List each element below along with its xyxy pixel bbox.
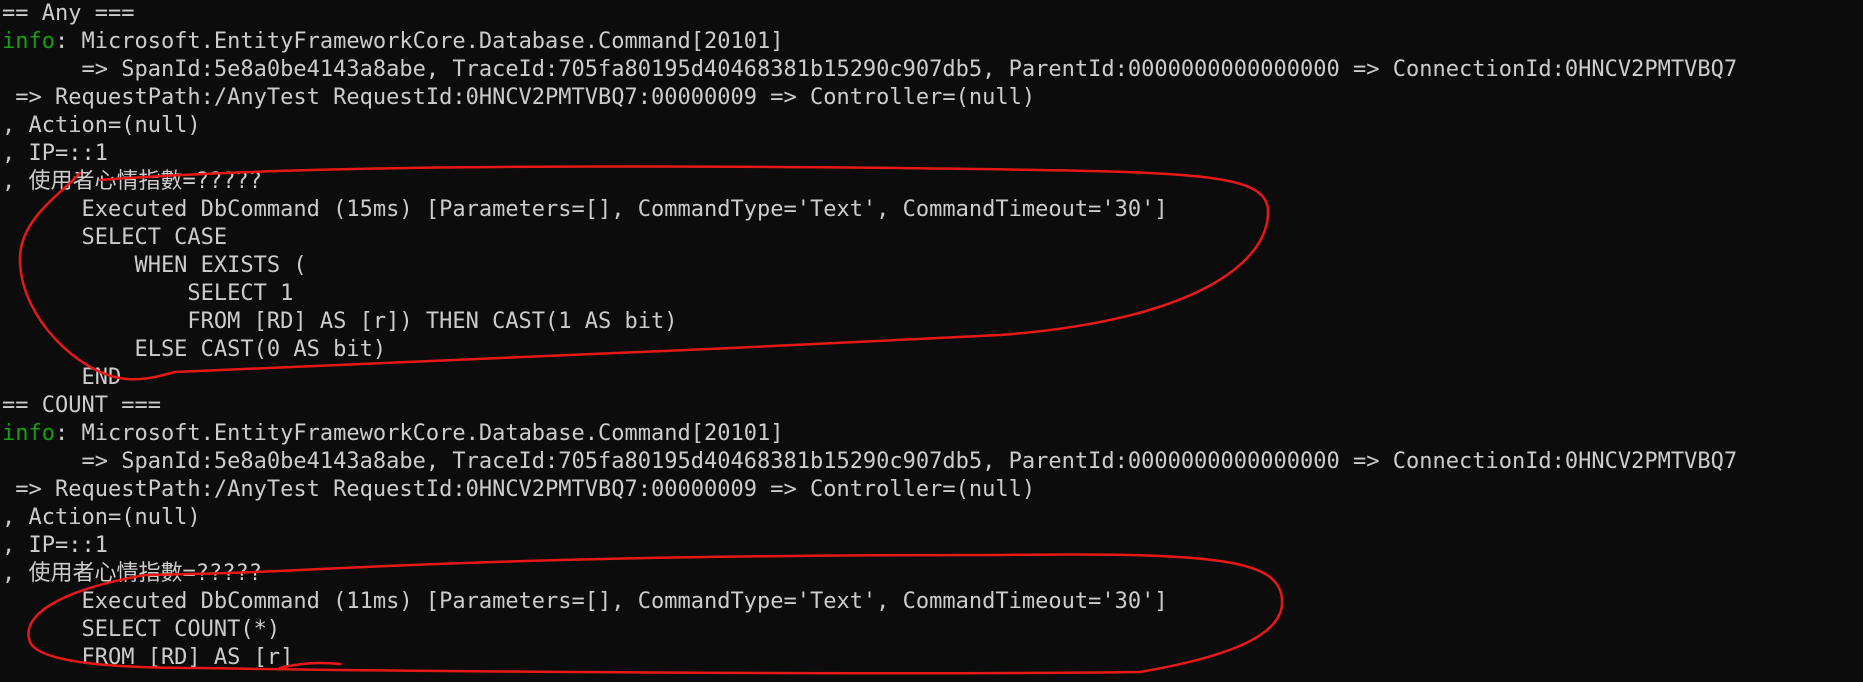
terminal-line: Executed DbCommand (11ms) [Parameters=[]… — [0, 588, 1863, 616]
line-text: SELECT 1 — [2, 281, 294, 306]
line-text: , 使用者心情指數=????? — [2, 169, 262, 194]
terminal-line: info: Microsoft.EntityFrameworkCore.Data… — [0, 420, 1863, 448]
terminal-line: == COUNT === — [0, 392, 1863, 420]
terminal-line: WHEN EXISTS ( — [0, 252, 1863, 280]
terminal-line: => RequestPath:/AnyTest RequestId:0HNCV2… — [0, 84, 1863, 112]
line-text: => RequestPath:/AnyTest RequestId:0HNCV2… — [2, 85, 1036, 110]
line-text: SELECT CASE — [2, 225, 228, 250]
terminal-line: , 使用者心情指數=????? — [0, 168, 1863, 196]
terminal-line: Executed DbCommand (15ms) [Parameters=[]… — [0, 196, 1863, 224]
terminal-line: => SpanId:5e8a0be4143a8abe, TraceId:705f… — [0, 448, 1863, 476]
line-text: END — [2, 365, 122, 390]
terminal-line: SELECT CASE — [0, 224, 1863, 252]
terminal-line: => RequestPath:/AnyTest RequestId:0HNCV2… — [0, 476, 1863, 504]
terminal-line: == Any === — [0, 0, 1863, 28]
line-text: Executed DbCommand (15ms) [Parameters=[]… — [2, 197, 1168, 222]
terminal-line: SELECT COUNT(*) — [0, 616, 1863, 644]
line-text: ELSE CAST(0 AS bit) — [2, 337, 387, 362]
terminal-line: END — [0, 364, 1863, 392]
line-text: , IP=::1 — [2, 533, 108, 558]
terminal-line: SELECT 1 — [0, 280, 1863, 308]
line-text: FROM [RD] AS [r]) THEN CAST(1 AS bit) — [2, 309, 678, 334]
log-level-label: info — [2, 29, 55, 54]
log-level-label: info — [2, 421, 55, 446]
terminal-line: ELSE CAST(0 AS bit) — [0, 336, 1863, 364]
line-text: Executed DbCommand (11ms) [Parameters=[]… — [2, 589, 1168, 614]
terminal-line: => SpanId:5e8a0be4143a8abe, TraceId:705f… — [0, 56, 1863, 84]
line-text: == COUNT === — [2, 393, 161, 418]
line-text: , 使用者心情指數=????? — [2, 561, 262, 586]
line-text: SELECT COUNT(*) — [2, 617, 281, 642]
terminal-window[interactable]: == Any === info: Microsoft.EntityFramewor… — [0, 0, 1863, 682]
line-text: => SpanId:5e8a0be4143a8abe, TraceId:705f… — [2, 57, 1738, 82]
line-text: FROM [RD] AS [r] — [2, 645, 294, 670]
line-text: : Microsoft.EntityFrameworkCore.Database… — [54, 29, 784, 54]
line-text: == Any === — [2, 1, 135, 26]
terminal-output: == Any === info: Microsoft.EntityFramewor… — [0, 0, 1863, 672]
line-text: , IP=::1 — [2, 141, 108, 166]
line-text: WHEN EXISTS ( — [2, 253, 307, 278]
line-text: => SpanId:5e8a0be4143a8abe, TraceId:705f… — [2, 449, 1738, 474]
terminal-line: info: Microsoft.EntityFrameworkCore.Data… — [0, 28, 1863, 56]
line-text: , Action=(null) — [2, 113, 201, 138]
line-text: : Microsoft.EntityFrameworkCore.Database… — [54, 421, 784, 446]
line-text: , Action=(null) — [2, 505, 201, 530]
terminal-line: FROM [RD] AS [r]) THEN CAST(1 AS bit) — [0, 308, 1863, 336]
terminal-line: , Action=(null) — [0, 504, 1863, 532]
terminal-line: , 使用者心情指數=????? — [0, 560, 1863, 588]
terminal-line: , Action=(null) — [0, 112, 1863, 140]
terminal-line: FROM [RD] AS [r] — [0, 644, 1863, 672]
terminal-line: , IP=::1 — [0, 532, 1863, 560]
line-text: => RequestPath:/AnyTest RequestId:0HNCV2… — [2, 477, 1036, 502]
terminal-line: , IP=::1 — [0, 140, 1863, 168]
